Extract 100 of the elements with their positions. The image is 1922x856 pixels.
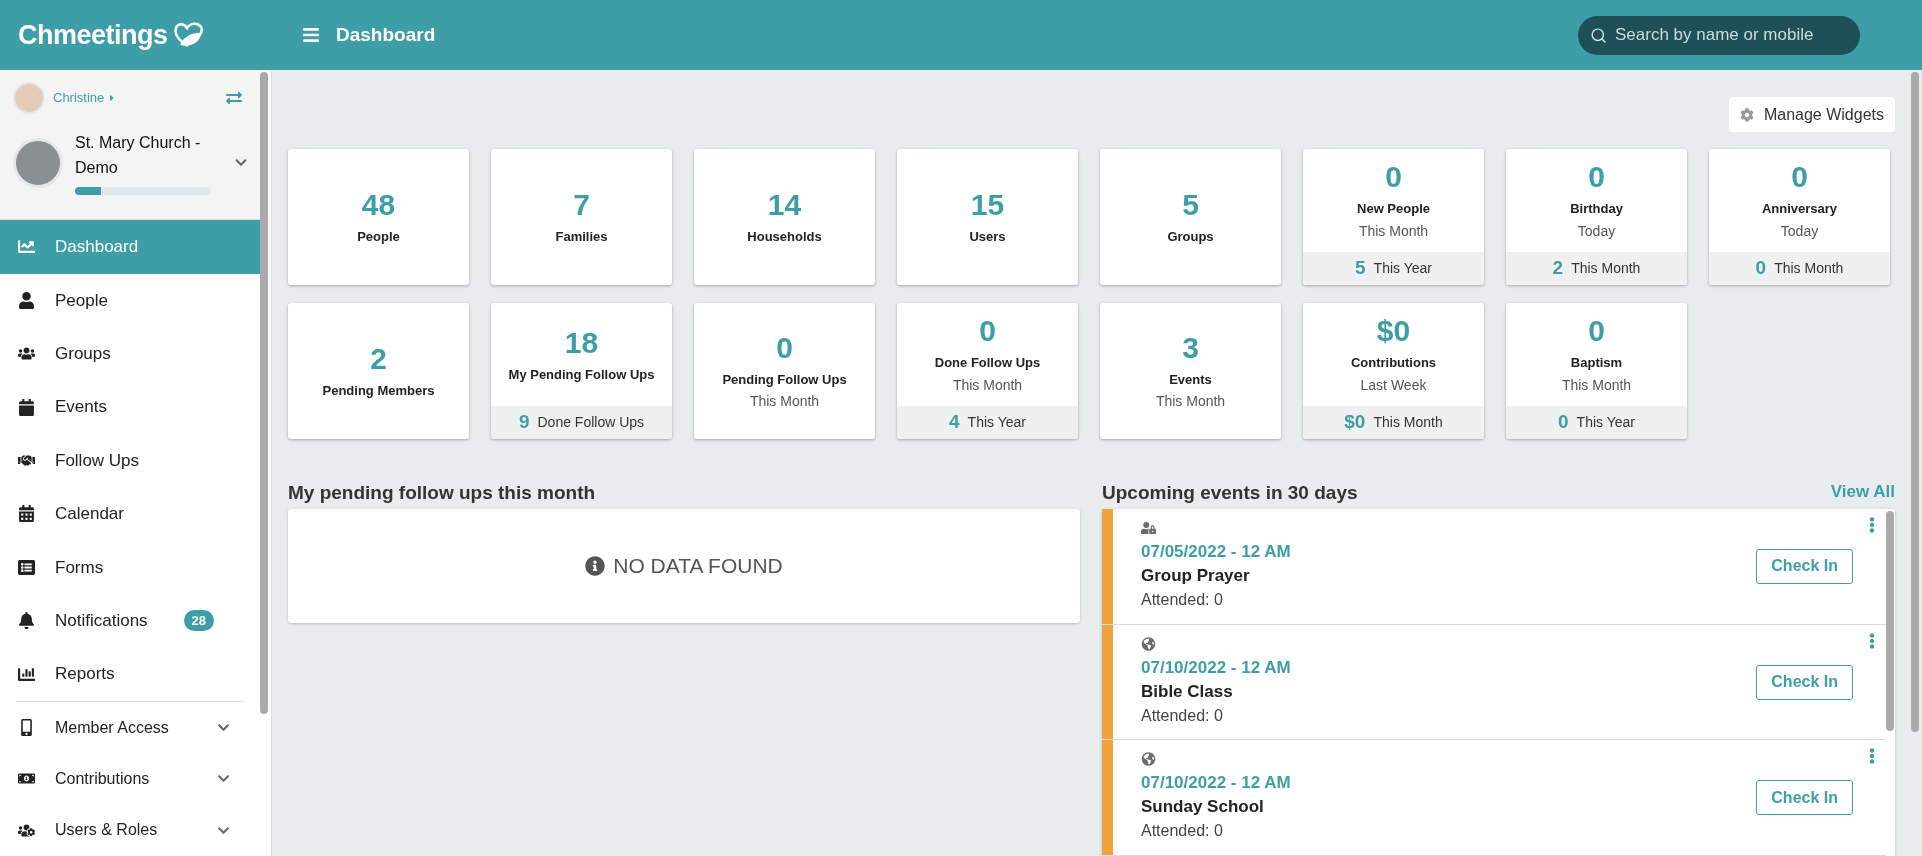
stat-period: Last Week	[1360, 375, 1427, 395]
section-title: My pending follow ups this month	[288, 481, 597, 505]
manage-widgets-button[interactable]: Manage Widgets	[1728, 97, 1895, 132]
stat-value: 3	[1182, 329, 1199, 366]
stat-secondary-value: 5	[1355, 256, 1366, 281]
stat-value: 2	[370, 341, 387, 378]
stat-label: Birthday	[1570, 200, 1623, 219]
stat-period: This Month	[1561, 375, 1632, 395]
stat-label: Users	[969, 228, 1006, 247]
stat-label: New People	[1357, 200, 1430, 219]
stat-card[interactable]: 0 Anniversary Today 0 This Month	[1709, 149, 1890, 285]
phone-icon	[18, 719, 35, 736]
stat-period: This Month	[1155, 392, 1226, 412]
stat-value: 0	[1588, 159, 1605, 196]
event-row[interactable]: 07/05/2022 - 12 AM Group Prayer Attended: 0 Check In	[1102, 509, 1886, 625]
stat-period: Today	[1577, 221, 1616, 241]
stat-card[interactable]: 3 Events This Month	[1100, 303, 1281, 439]
church-name[interactable]: St. Mary Church - Demo	[75, 130, 211, 180]
stat-label: Households	[747, 228, 822, 247]
stat-card[interactable]: 2 Pending Members	[288, 303, 469, 439]
stat-card[interactable]: 15 Users	[897, 149, 1078, 285]
event-row[interactable]: 07/10/2022 - 12 AM Sunday School Attended: 0 Check In	[1102, 740, 1886, 856]
stat-label: Events	[1169, 370, 1212, 389]
stat-card[interactable]: 0 Birthday Today 2 This Month	[1506, 149, 1687, 285]
event-name: Group Prayer	[1141, 565, 1251, 587]
stat-card[interactable]: 0 Done Follow Ups This Month 4 This Year	[897, 303, 1078, 439]
stat-value: 5	[1182, 187, 1199, 224]
section-title: Upcoming events in 30 days	[1102, 481, 1358, 505]
stat-secondary-value: 9	[518, 410, 530, 435]
stat-value: 18	[564, 324, 599, 361]
stat-label: My Pending Follow Ups	[508, 365, 655, 384]
stat-period: This Month	[1358, 221, 1429, 241]
chart-line-icon	[18, 238, 35, 256]
stat-value: 0	[1385, 159, 1402, 196]
stat-value: $0	[1376, 313, 1411, 350]
stat-label: Anniversary	[1761, 200, 1838, 219]
stat-card[interactable]: 5 Groups	[1100, 149, 1281, 285]
stat-secondary-value: 2	[1552, 256, 1564, 281]
stat-card[interactable]: $0 Contributions Last Week $0 This Month	[1303, 303, 1484, 439]
stat-label: Done Follow Ups	[934, 354, 1041, 373]
event-row[interactable]: 07/10/2022 - 12 AM Bible Class Attended: 0 Check In	[1102, 624, 1886, 741]
stat-secondary-value: $0	[1344, 410, 1366, 435]
stat-label: Groups	[1167, 228, 1214, 247]
stat-label: Baptism	[1570, 354, 1623, 373]
stat-label: Contributions	[1350, 354, 1437, 373]
stat-secondary-label: This Year	[1576, 413, 1635, 432]
event-attendance: Attended: 0	[1141, 590, 1224, 610]
page-title: Dashboard	[336, 22, 436, 47]
stat-secondary-value: 0	[1558, 410, 1569, 435]
info-icon	[585, 556, 606, 576]
stat-value: 0	[1588, 313, 1605, 350]
stat-card[interactable]: 18 My Pending Follow Ups 9 Done Follow Ups	[491, 303, 672, 439]
event-attendance: Attended: 0	[1141, 821, 1224, 842]
stat-value: 14	[767, 187, 802, 224]
stat-secondary-value: 4	[949, 410, 960, 435]
event-name: Sunday School	[1141, 796, 1265, 819]
count-badge: 28	[183, 609, 214, 632]
settings-icon	[1739, 107, 1754, 122]
chevron-down-icon	[217, 721, 230, 734]
stat-label: People	[357, 228, 400, 247]
calendar-grid-icon	[18, 505, 35, 523]
stat-card[interactable]: 0 Pending Follow Ups This Month	[694, 303, 875, 439]
stat-value: 0	[776, 329, 793, 366]
stat-secondary-label: This Year	[1373, 259, 1432, 278]
stat-period: Today	[1780, 221, 1819, 241]
church-avatar[interactable]	[13, 137, 63, 188]
stat-card[interactable]: 7 Families	[491, 149, 672, 285]
stat-card[interactable]: 0 Baptism This Month 0 This Year	[1506, 303, 1687, 439]
stat-label: Pending Follow Ups	[722, 370, 847, 389]
menu-icon[interactable]	[302, 26, 320, 44]
event-date: 07/05/2022 - 12 AM	[1141, 541, 1292, 563]
stat-label: Pending Members	[322, 382, 435, 401]
empty-message: NO DATA FOUND	[613, 553, 783, 580]
bar-chart-icon	[18, 665, 35, 683]
stat-value: 7	[573, 187, 590, 224]
chevron-down-icon[interactable]	[235, 156, 247, 169]
swap-arrows-icon[interactable]	[225, 90, 243, 106]
event-name: Bible Class	[1141, 680, 1234, 703]
search-field[interactable]: Search by name or mobile	[1578, 15, 1860, 55]
stat-label: Families	[555, 228, 608, 247]
person-icon	[18, 291, 35, 309]
heart-leaf-logo-icon	[171, 22, 204, 48]
list-icon	[18, 558, 35, 576]
stat-secondary-label: This Year	[967, 413, 1026, 432]
stat-secondary-label: This Month	[1571, 259, 1641, 278]
stat-secondary-label: Done Follow Ups	[537, 413, 645, 432]
event-attendance: Attended: 0	[1141, 705, 1224, 726]
stat-value: 48	[361, 187, 396, 224]
stat-value: 0	[979, 313, 996, 350]
stat-secondary-label: This Month	[1373, 413, 1443, 432]
stat-secondary-value: 0	[1755, 256, 1767, 281]
event-date: 07/10/2022 - 12 AM	[1141, 772, 1292, 795]
stat-period: This Month	[952, 375, 1023, 395]
stat-card[interactable]: 48 People	[288, 149, 469, 285]
stat-card[interactable]: 14 Households	[694, 149, 875, 285]
stat-value: 0	[1791, 159, 1808, 196]
stat-card[interactable]: 0 New People This Month 5 This Year	[1303, 149, 1484, 285]
event-date: 07/10/2022 - 12 AM	[1141, 656, 1292, 679]
stat-secondary-label: This Month	[1774, 259, 1844, 278]
calendar-icon	[18, 398, 35, 416]
